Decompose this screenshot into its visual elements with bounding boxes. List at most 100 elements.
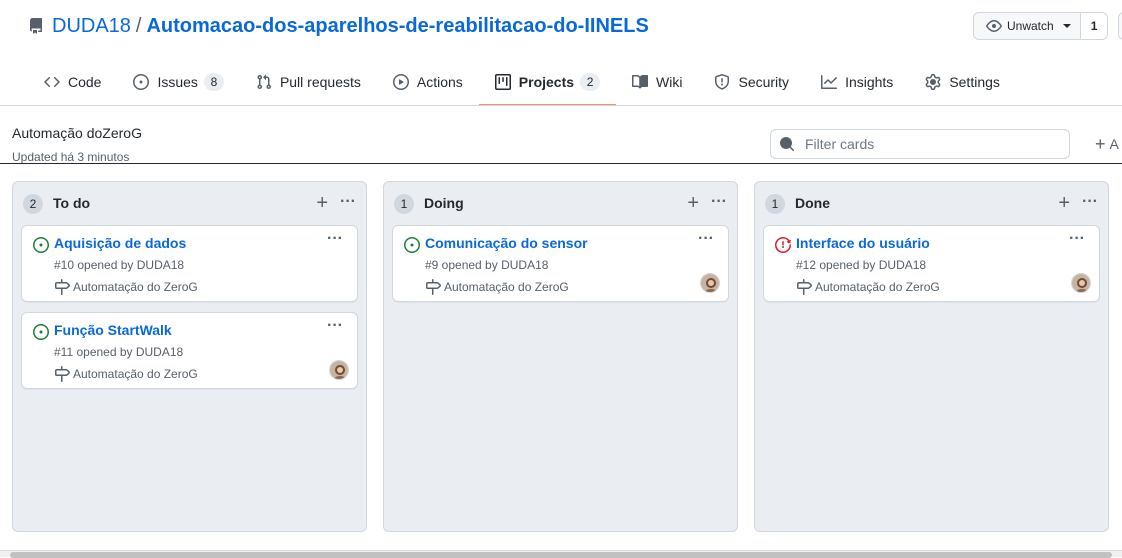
milestone-label: Automatação do ZeroG (444, 280, 569, 294)
search-icon (780, 137, 795, 152)
watch-group: Unwatch 1 (973, 12, 1109, 40)
tab-issues[interactable]: Issues 8 (117, 58, 239, 106)
issue-card[interactable]: Comunicação do sensor #9 opened by DUDA1… (392, 225, 729, 302)
watchers-count[interactable]: 1 (1080, 12, 1109, 40)
tab-wiki[interactable]: Wiki (616, 58, 698, 106)
pull-request-icon (256, 74, 272, 90)
closed-issue-icon (775, 237, 791, 253)
column-header: 1 Doing + ··· (384, 192, 737, 216)
header-divider (0, 105, 1122, 106)
graph-icon (821, 74, 838, 90)
column-card-count: 2 (23, 194, 43, 214)
issue-icon (133, 74, 150, 90)
project-divider (0, 163, 1122, 164)
issue-title-link[interactable]: Aquisição de dados (54, 235, 186, 251)
scrollbar-thumb[interactable] (10, 552, 1112, 558)
tab-code[interactable]: Code (28, 58, 117, 106)
play-icon (392, 74, 409, 90)
issue-meta: #9 opened by DUDA18 (425, 258, 549, 272)
repo-owner-link[interactable]: DUDA18 (52, 15, 131, 37)
repo-tabs: Code Issues 8 Pull requests Actions Proj… (28, 58, 1016, 106)
issue-card[interactable]: Interface do usuário #12 opened by DUDA1… (763, 225, 1100, 302)
eye-icon (986, 20, 1002, 32)
tab-pull-requests[interactable]: Pull requests (240, 58, 377, 106)
tab-projects-label: Projects (518, 74, 575, 90)
chevron-down-icon (1062, 24, 1071, 28)
unwatch-button[interactable]: Unwatch (973, 12, 1081, 40)
milestone-label: Automatação do ZeroG (73, 367, 198, 381)
repo-icon (29, 18, 42, 34)
avatar[interactable] (1071, 273, 1091, 293)
column-todo: 2 To do + ··· Aquisição de dados #10 ope… (12, 181, 367, 532)
tab-settings-label: Settings (949, 74, 1000, 90)
repo-separator: / (135, 15, 142, 37)
tab-actions-label: Actions (416, 74, 463, 90)
tab-actions[interactable]: Actions (377, 58, 479, 106)
projects-counter: 2 (580, 73, 601, 91)
column-name: Doing (424, 195, 464, 211)
tab-issues-label: Issues (157, 74, 198, 90)
open-issue-icon (33, 324, 49, 340)
code-icon (44, 74, 60, 90)
tab-settings[interactable]: Settings (909, 58, 1016, 106)
tab-pull-requests-label: Pull requests (279, 74, 361, 90)
issue-milestone[interactable]: Automatação do ZeroG (54, 366, 198, 382)
repo-name-link[interactable]: Automacao-dos-aparelhos-de-reabilitacao-… (146, 15, 648, 37)
project-title: Automação doZeroG (12, 125, 142, 141)
issue-title-link[interactable]: Comunicação do sensor (425, 235, 588, 251)
milestone-icon (54, 366, 70, 382)
column-card-count: 1 (394, 194, 414, 214)
horizontal-scrollbar[interactable] (0, 550, 1122, 558)
issue-title-link[interactable]: Interface do usuário (796, 235, 930, 251)
column-menu-button[interactable]: ··· (711, 192, 727, 212)
issue-card[interactable]: Aquisição de dados #10 opened by DUDA18 … (21, 225, 358, 302)
issue-card[interactable]: Função StartWalk #11 opened by DUDA18 Au… (21, 312, 358, 389)
card-menu-button[interactable]: ··· (327, 318, 343, 334)
book-icon (632, 74, 649, 90)
unwatch-label: Unwatch (1007, 19, 1054, 33)
issues-counter: 8 (203, 73, 224, 91)
repo-header: DUDA18/Automacao-dos-aparelhos-de-reabil… (0, 0, 1122, 106)
repo-title: DUDA18/Automacao-dos-aparelhos-de-reabil… (52, 13, 649, 39)
column-name: To do (53, 195, 91, 211)
issue-title-link[interactable]: Função StartWalk (54, 322, 172, 338)
avatar[interactable] (700, 273, 720, 293)
card-menu-button[interactable]: ··· (698, 231, 714, 247)
milestone-icon (796, 279, 812, 295)
column-add-card-button[interactable]: + (316, 192, 328, 214)
filter-cards-box[interactable] (770, 129, 1070, 159)
avatar[interactable] (329, 360, 349, 380)
open-issue-icon (33, 237, 49, 253)
issue-milestone[interactable]: Automatação do ZeroG (54, 279, 198, 295)
column-done: 1 Done + ··· Interface do usuário #12 op… (754, 181, 1109, 532)
column-add-card-button[interactable]: + (1058, 192, 1070, 214)
tab-insights[interactable]: Insights (805, 58, 909, 106)
column-menu-button[interactable]: ··· (1082, 192, 1098, 212)
project-updated-time: Updated há 3 minutos (12, 150, 130, 164)
issue-milestone[interactable]: Automatação do ZeroG (796, 279, 940, 295)
issue-milestone[interactable]: Automatação do ZeroG (425, 279, 569, 295)
column-doing: 1 Doing + ··· Comunicação do sensor #9 o… (383, 181, 738, 532)
column-header: 1 Done + ··· (755, 192, 1108, 216)
filter-cards-input[interactable] (803, 135, 1053, 153)
gear-icon (925, 74, 941, 90)
tab-security[interactable]: Security (698, 58, 805, 106)
milestone-label: Automatação do ZeroG (815, 280, 940, 294)
issue-meta: #10 opened by DUDA18 (54, 258, 185, 272)
card-menu-button[interactable]: ··· (1069, 231, 1085, 247)
column-add-card-button[interactable]: + (687, 192, 699, 214)
star-button[interactable] (1118, 12, 1122, 40)
card-menu-button[interactable]: ··· (327, 231, 343, 247)
milestone-icon (54, 279, 70, 295)
tab-projects[interactable]: Projects 2 (478, 58, 617, 106)
issue-meta: #11 opened by DUDA18 (54, 345, 184, 359)
tab-insights-label: Insights (845, 74, 894, 90)
column-name: Done (795, 195, 830, 211)
tab-security-label: Security (738, 74, 790, 90)
add-cards-button[interactable]: + A (1095, 134, 1119, 154)
plus-icon: + (1095, 134, 1106, 154)
column-menu-button[interactable]: ··· (340, 192, 356, 212)
milestone-icon (425, 279, 441, 295)
add-cards-label: A (1109, 136, 1119, 152)
tab-code-label: Code (68, 74, 102, 90)
